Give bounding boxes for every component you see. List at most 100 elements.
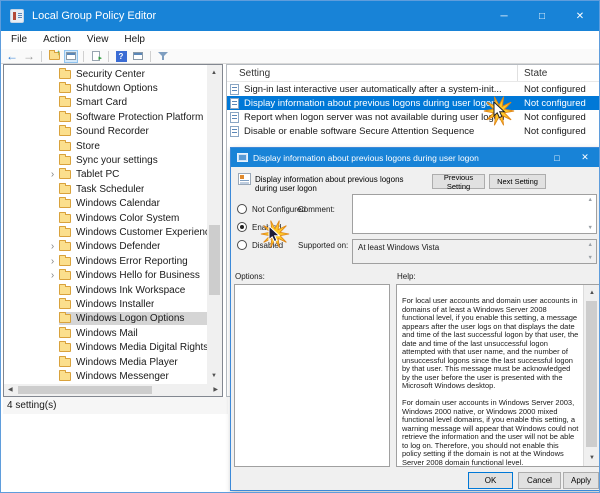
tree-item[interactable]: Sound Recorder xyxy=(4,125,207,139)
up-one-level-icon[interactable]: ↑ xyxy=(47,50,61,63)
help-icon[interactable]: ? xyxy=(114,50,128,63)
expander-icon[interactable]: › xyxy=(46,168,59,181)
close-button[interactable]: ✕ xyxy=(561,1,599,31)
radio-enabled[interactable]: Enabled xyxy=(237,222,281,232)
supported-on-box: At least Windows Vista ▲ ▼ xyxy=(352,239,597,264)
radio-circle-icon xyxy=(237,204,247,214)
column-header-state[interactable]: State xyxy=(518,65,599,82)
comment-input[interactable] xyxy=(353,195,596,233)
table-row[interactable]: Disable or enable software Secure Attent… xyxy=(227,124,599,138)
tree-item[interactable]: Security Center xyxy=(4,67,207,81)
filter-icon[interactable] xyxy=(156,50,170,63)
scroll-down-icon[interactable]: ▼ xyxy=(588,225,593,231)
scroll-up-icon[interactable]: ▲ xyxy=(589,290,595,296)
tree-item-label: Sound Recorder xyxy=(76,126,149,137)
local-group-policy-editor-window: Local Group Policy Editor ─ □ ✕ File Act… xyxy=(0,0,600,493)
maximize-button[interactable]: □ xyxy=(523,1,561,31)
folder-icon xyxy=(59,358,71,367)
menu-file[interactable]: File xyxy=(3,31,35,49)
scroll-up-icon[interactable]: ▲ xyxy=(588,197,593,203)
menu-view[interactable]: View xyxy=(79,31,117,49)
tree-item[interactable]: Windows Customer Experience xyxy=(4,225,207,239)
table-row[interactable]: Sign-in last interactive user automatica… xyxy=(227,82,599,96)
tree-item[interactable]: Shutdown Options xyxy=(4,81,207,95)
tree-item[interactable]: Sync your settings xyxy=(4,153,207,167)
expander-icon[interactable]: › xyxy=(46,240,59,253)
tree-item-label: Shutdown Options xyxy=(76,83,158,94)
previous-setting-button[interactable]: Previous Setting xyxy=(432,174,485,189)
list-rows: Sign-in last interactive user automatica… xyxy=(227,82,599,138)
tree-item-label: Windows Messenger xyxy=(76,371,169,382)
apply-button[interactable]: Apply xyxy=(563,472,599,489)
forward-icon[interactable]: → xyxy=(22,50,36,63)
scroll-down-icon[interactable]: ▼ xyxy=(589,455,595,461)
table-row[interactable]: Display information about previous logon… xyxy=(227,96,599,110)
radio-not-configured[interactable]: Not Configured xyxy=(237,204,306,214)
tree-item-label: Windows Ink Workspace xyxy=(76,285,185,296)
tree-item[interactable]: Windows Logon Options xyxy=(4,312,207,326)
tree-item[interactable]: Windows Media Player xyxy=(4,355,207,369)
tree-item[interactable]: Windows Media Digital Rights xyxy=(4,340,207,354)
back-icon[interactable]: ← xyxy=(5,50,19,63)
app-icon xyxy=(10,9,24,23)
dialog-maximize-button[interactable]: □ xyxy=(543,148,571,167)
tree-item[interactable]: Software Protection Platform xyxy=(4,110,207,124)
scroll-up-icon: ▲ xyxy=(588,242,593,248)
tree-item[interactable]: Windows Messenger xyxy=(4,369,207,383)
tree-item-label: Smart Card xyxy=(76,97,127,108)
toolbar-separator xyxy=(83,51,84,62)
scroll-down-icon[interactable]: ▼ xyxy=(211,373,217,379)
options-box xyxy=(234,284,390,467)
tree-item[interactable]: Smart Card xyxy=(4,96,207,110)
scrollbar-thumb[interactable] xyxy=(18,386,152,394)
folder-icon xyxy=(59,142,71,151)
next-setting-button[interactable]: Next Setting xyxy=(489,174,546,189)
help-box: For local user accounts and domain user … xyxy=(396,284,600,467)
tree-item[interactable]: Windows Calendar xyxy=(4,197,207,211)
scroll-right-icon[interactable]: ▶ xyxy=(213,387,218,393)
export-list-icon[interactable]: ▸ xyxy=(89,50,103,63)
help-text: For local user accounts and domain user … xyxy=(397,285,583,466)
menu-action[interactable]: Action xyxy=(35,31,79,49)
tree-item[interactable]: ›Windows Defender xyxy=(4,240,207,254)
minimize-button[interactable]: ─ xyxy=(485,1,523,31)
tree-item[interactable]: › Windows Hello for Business xyxy=(4,268,207,282)
menubar: File Action View Help xyxy=(1,31,599,49)
scroll-up-icon[interactable]: ▲ xyxy=(211,70,217,76)
tree-item[interactable]: Store xyxy=(4,139,207,153)
tree-item[interactable]: Windows Mail xyxy=(4,326,207,340)
tree-horizontal-scrollbar[interactable]: ◀ ▶ xyxy=(4,384,222,396)
tree-item-label: Task Scheduler xyxy=(76,184,144,195)
policy-doc-icon xyxy=(230,112,239,123)
toolbar: ← → ↑ ▸ ? xyxy=(1,49,599,64)
expander-icon[interactable]: › xyxy=(46,255,59,268)
table-row[interactable]: Report when logon server was not availab… xyxy=(227,110,599,124)
policy-name: Display information about previous logon… xyxy=(255,175,427,193)
show-console-tree-icon[interactable] xyxy=(64,50,78,63)
toolbar-separator xyxy=(108,51,109,62)
console-tree-panel: Security Center Shutdown Options Smart Car… xyxy=(3,64,223,397)
toolbar-separator xyxy=(41,51,42,62)
menu-help[interactable]: Help xyxy=(116,31,153,49)
tree-item[interactable]: Windows Installer xyxy=(4,297,207,311)
tree-item-label: Tablet PC xyxy=(76,169,119,180)
tree-item[interactable]: › Tablet PC xyxy=(4,168,207,182)
scrollbar-thumb[interactable] xyxy=(209,225,220,295)
dialog-close-button[interactable]: ✕ xyxy=(571,148,599,167)
folder-icon xyxy=(59,70,71,79)
tree-item-label: Windows Hello for Business xyxy=(76,270,200,281)
radio-disabled[interactable]: Disabled xyxy=(237,240,283,250)
column-header-setting[interactable]: Setting xyxy=(227,65,518,81)
tree-vertical-scrollbar[interactable]: ▲ ▼ xyxy=(207,65,222,384)
tree-item[interactable]: Windows Color System xyxy=(4,211,207,225)
tree-item[interactable]: ›Windows Error Reporting xyxy=(4,254,207,268)
tree-item[interactable]: Task Scheduler xyxy=(4,182,207,196)
expander-icon[interactable]: › xyxy=(46,269,59,282)
cancel-button[interactable]: Cancel xyxy=(518,472,561,489)
scroll-left-icon[interactable]: ◀ xyxy=(8,387,13,393)
scrollbar-thumb[interactable] xyxy=(586,301,597,447)
tree-item[interactable]: Windows Ink Workspace xyxy=(4,283,207,297)
action-pane-icon[interactable] xyxy=(131,50,145,63)
ok-button[interactable]: OK xyxy=(468,472,513,489)
help-scrollbar[interactable]: ▲ ▼ xyxy=(583,285,599,466)
